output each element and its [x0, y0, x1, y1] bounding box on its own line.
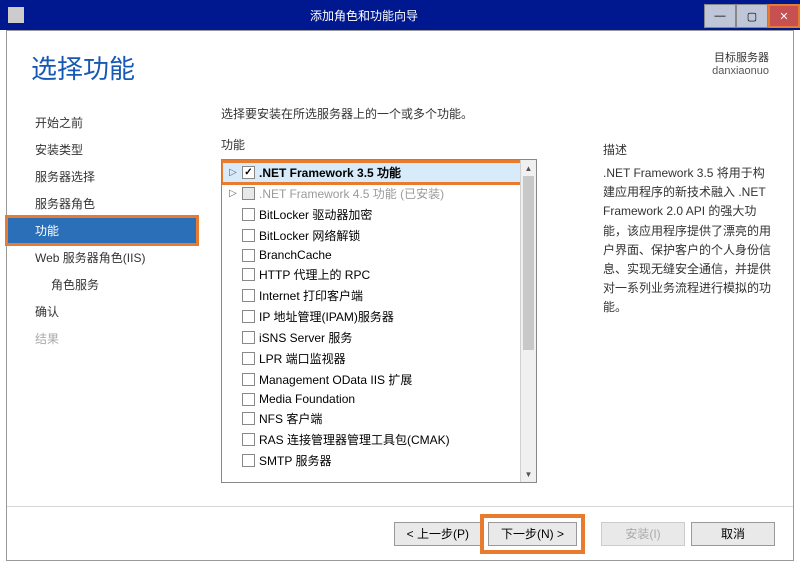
feature-label: BranchCache [259, 248, 532, 262]
feature-checkbox[interactable] [242, 331, 255, 344]
feature-row[interactable]: ▷BranchCache [222, 246, 536, 264]
next-button[interactable]: 下一步(N) > [488, 522, 577, 546]
instruction-text: 选择要安装在所选服务器上的一个或多个功能。 [221, 105, 585, 122]
vertical-scrollbar[interactable]: ▲ ▼ [520, 160, 536, 482]
maximize-button[interactable]: ▢ [736, 4, 768, 28]
feature-checkbox[interactable] [242, 289, 255, 302]
feature-label: SMTP 服务器 [259, 452, 532, 469]
close-button[interactable]: ✕ [768, 4, 800, 28]
feature-row[interactable]: ▷RAS 连接管理器管理工具包(CMAK) [222, 429, 536, 450]
feature-label: Management OData IIS 扩展 [259, 371, 532, 388]
sidebar-item-1[interactable]: 安装类型 [7, 136, 197, 163]
feature-label: IP 地址管理(IPAM)服务器 [259, 308, 532, 325]
previous-button[interactable]: < 上一步(P) [394, 522, 482, 546]
feature-label: BitLocker 网络解锁 [259, 227, 532, 244]
wizard-header: 选择功能 目标服务器 danxiaonuo [7, 31, 793, 94]
target-server-info: 目标服务器 danxiaonuo [712, 49, 769, 77]
feature-row[interactable]: ▷Media Foundation [222, 390, 536, 408]
window-title: 添加角色和功能向导 [24, 7, 704, 24]
feature-row[interactable]: ▷ .NET Framework 4.5 功能 (已安装) [222, 183, 536, 204]
feature-row[interactable]: ▷iSNS Server 服务 [222, 327, 536, 348]
cancel-button[interactable]: 取消 [691, 522, 775, 546]
sidebar-item-8: 结果 [7, 325, 197, 352]
feature-label: iSNS Server 服务 [259, 329, 532, 346]
feature-row[interactable]: ▷BitLocker 网络解锁 [222, 225, 536, 246]
description-label: 描述 [603, 141, 775, 158]
wizard-steps-sidebar: 开始之前安装类型服务器选择服务器角色功能Web 服务器角色(IIS)角色服务确认… [7, 105, 197, 506]
scroll-down-button[interactable]: ▼ [521, 466, 536, 482]
sidebar-item-4[interactable]: 功能 [7, 217, 197, 244]
sidebar-item-2[interactable]: 服务器选择 [7, 163, 197, 190]
feature-row[interactable]: ▷IP 地址管理(IPAM)服务器 [222, 306, 536, 327]
feature-label: HTTP 代理上的 RPC [259, 266, 532, 283]
sidebar-item-3[interactable]: 服务器角色 [7, 190, 197, 217]
feature-checkbox[interactable] [242, 208, 255, 221]
feature-checkbox [242, 187, 255, 200]
feature-row[interactable]: ▷Internet 打印客户端 [222, 285, 536, 306]
minimize-button[interactable]: — [704, 4, 736, 28]
sidebar-item-0[interactable]: 开始之前 [7, 109, 197, 136]
sidebar-item-7[interactable]: 确认 [7, 298, 197, 325]
feature-checkbox[interactable] [242, 412, 255, 425]
feature-checkbox[interactable] [242, 268, 255, 281]
target-name: danxiaonuo [712, 65, 769, 77]
feature-label: BitLocker 驱动器加密 [259, 206, 532, 223]
main-panel: 选择要安装在所选服务器上的一个或多个功能。 功能 ▷ .NET Framework… [197, 105, 593, 506]
features-listbox[interactable]: ▷ .NET Framework 3.5 功能 ▷ .NET Framework 4.… [221, 159, 537, 483]
feature-checkbox[interactable] [242, 373, 255, 386]
scroll-track[interactable] [521, 176, 536, 466]
app-icon [8, 7, 24, 23]
feature-label: .NET Framework 4.5 功能 (已安装) [259, 185, 532, 202]
expand-icon[interactable]: ▷ [228, 188, 238, 199]
feature-label: NFS 客户端 [259, 410, 532, 427]
window-content: 选择功能 目标服务器 danxiaonuo 开始之前安装类型服务器选择服务器角色… [6, 30, 794, 561]
feature-row[interactable]: ▷NFS 客户端 [222, 408, 536, 429]
feature-checkbox[interactable] [242, 433, 255, 446]
page-title: 选择功能 [31, 49, 135, 86]
description-text: .NET Framework 3.5 将用于构建应用程序的新技术融入 .NET … [603, 164, 775, 318]
feature-checkbox[interactable] [242, 352, 255, 365]
feature-row[interactable]: ▷HTTP 代理上的 RPC [222, 264, 536, 285]
feature-row[interactable]: ▷Management OData IIS 扩展 [222, 369, 536, 390]
feature-label: Internet 打印客户端 [259, 287, 532, 304]
target-label: 目标服务器 [712, 49, 769, 65]
feature-checkbox[interactable] [242, 249, 255, 262]
sidebar-item-5[interactable]: Web 服务器角色(IIS) [7, 244, 197, 271]
feature-label: Media Foundation [259, 392, 532, 406]
feature-label: RAS 连接管理器管理工具包(CMAK) [259, 431, 532, 448]
scroll-thumb[interactable] [523, 176, 534, 350]
sidebar-item-6[interactable]: 角色服务 [7, 271, 197, 298]
titlebar: 添加角色和功能向导 — ▢ ✕ [0, 0, 800, 30]
wizard-footer: < 上一步(P) 下一步(N) > 安装(I) 取消 [7, 506, 793, 560]
feature-label: LPR 端口监视器 [259, 350, 532, 367]
feature-label: .NET Framework 3.5 功能 [259, 164, 532, 181]
feature-checkbox[interactable] [242, 393, 255, 406]
description-panel: 描述 .NET Framework 3.5 将用于构建应用程序的新技术融入 .N… [593, 105, 793, 506]
scroll-up-button[interactable]: ▲ [521, 160, 536, 176]
feature-row[interactable]: ▷LPR 端口监视器 [222, 348, 536, 369]
feature-checkbox[interactable] [242, 310, 255, 323]
install-button: 安装(I) [601, 522, 685, 546]
feature-checkbox[interactable] [242, 166, 255, 179]
expand-icon[interactable]: ▷ [228, 167, 238, 178]
feature-checkbox[interactable] [242, 229, 255, 242]
feature-row[interactable]: ▷ .NET Framework 3.5 功能 [222, 162, 536, 183]
feature-row[interactable]: ▷SMTP 服务器 [222, 450, 536, 471]
feature-row[interactable]: ▷BitLocker 驱动器加密 [222, 204, 536, 225]
feature-checkbox[interactable] [242, 454, 255, 467]
features-label: 功能 [221, 136, 585, 153]
